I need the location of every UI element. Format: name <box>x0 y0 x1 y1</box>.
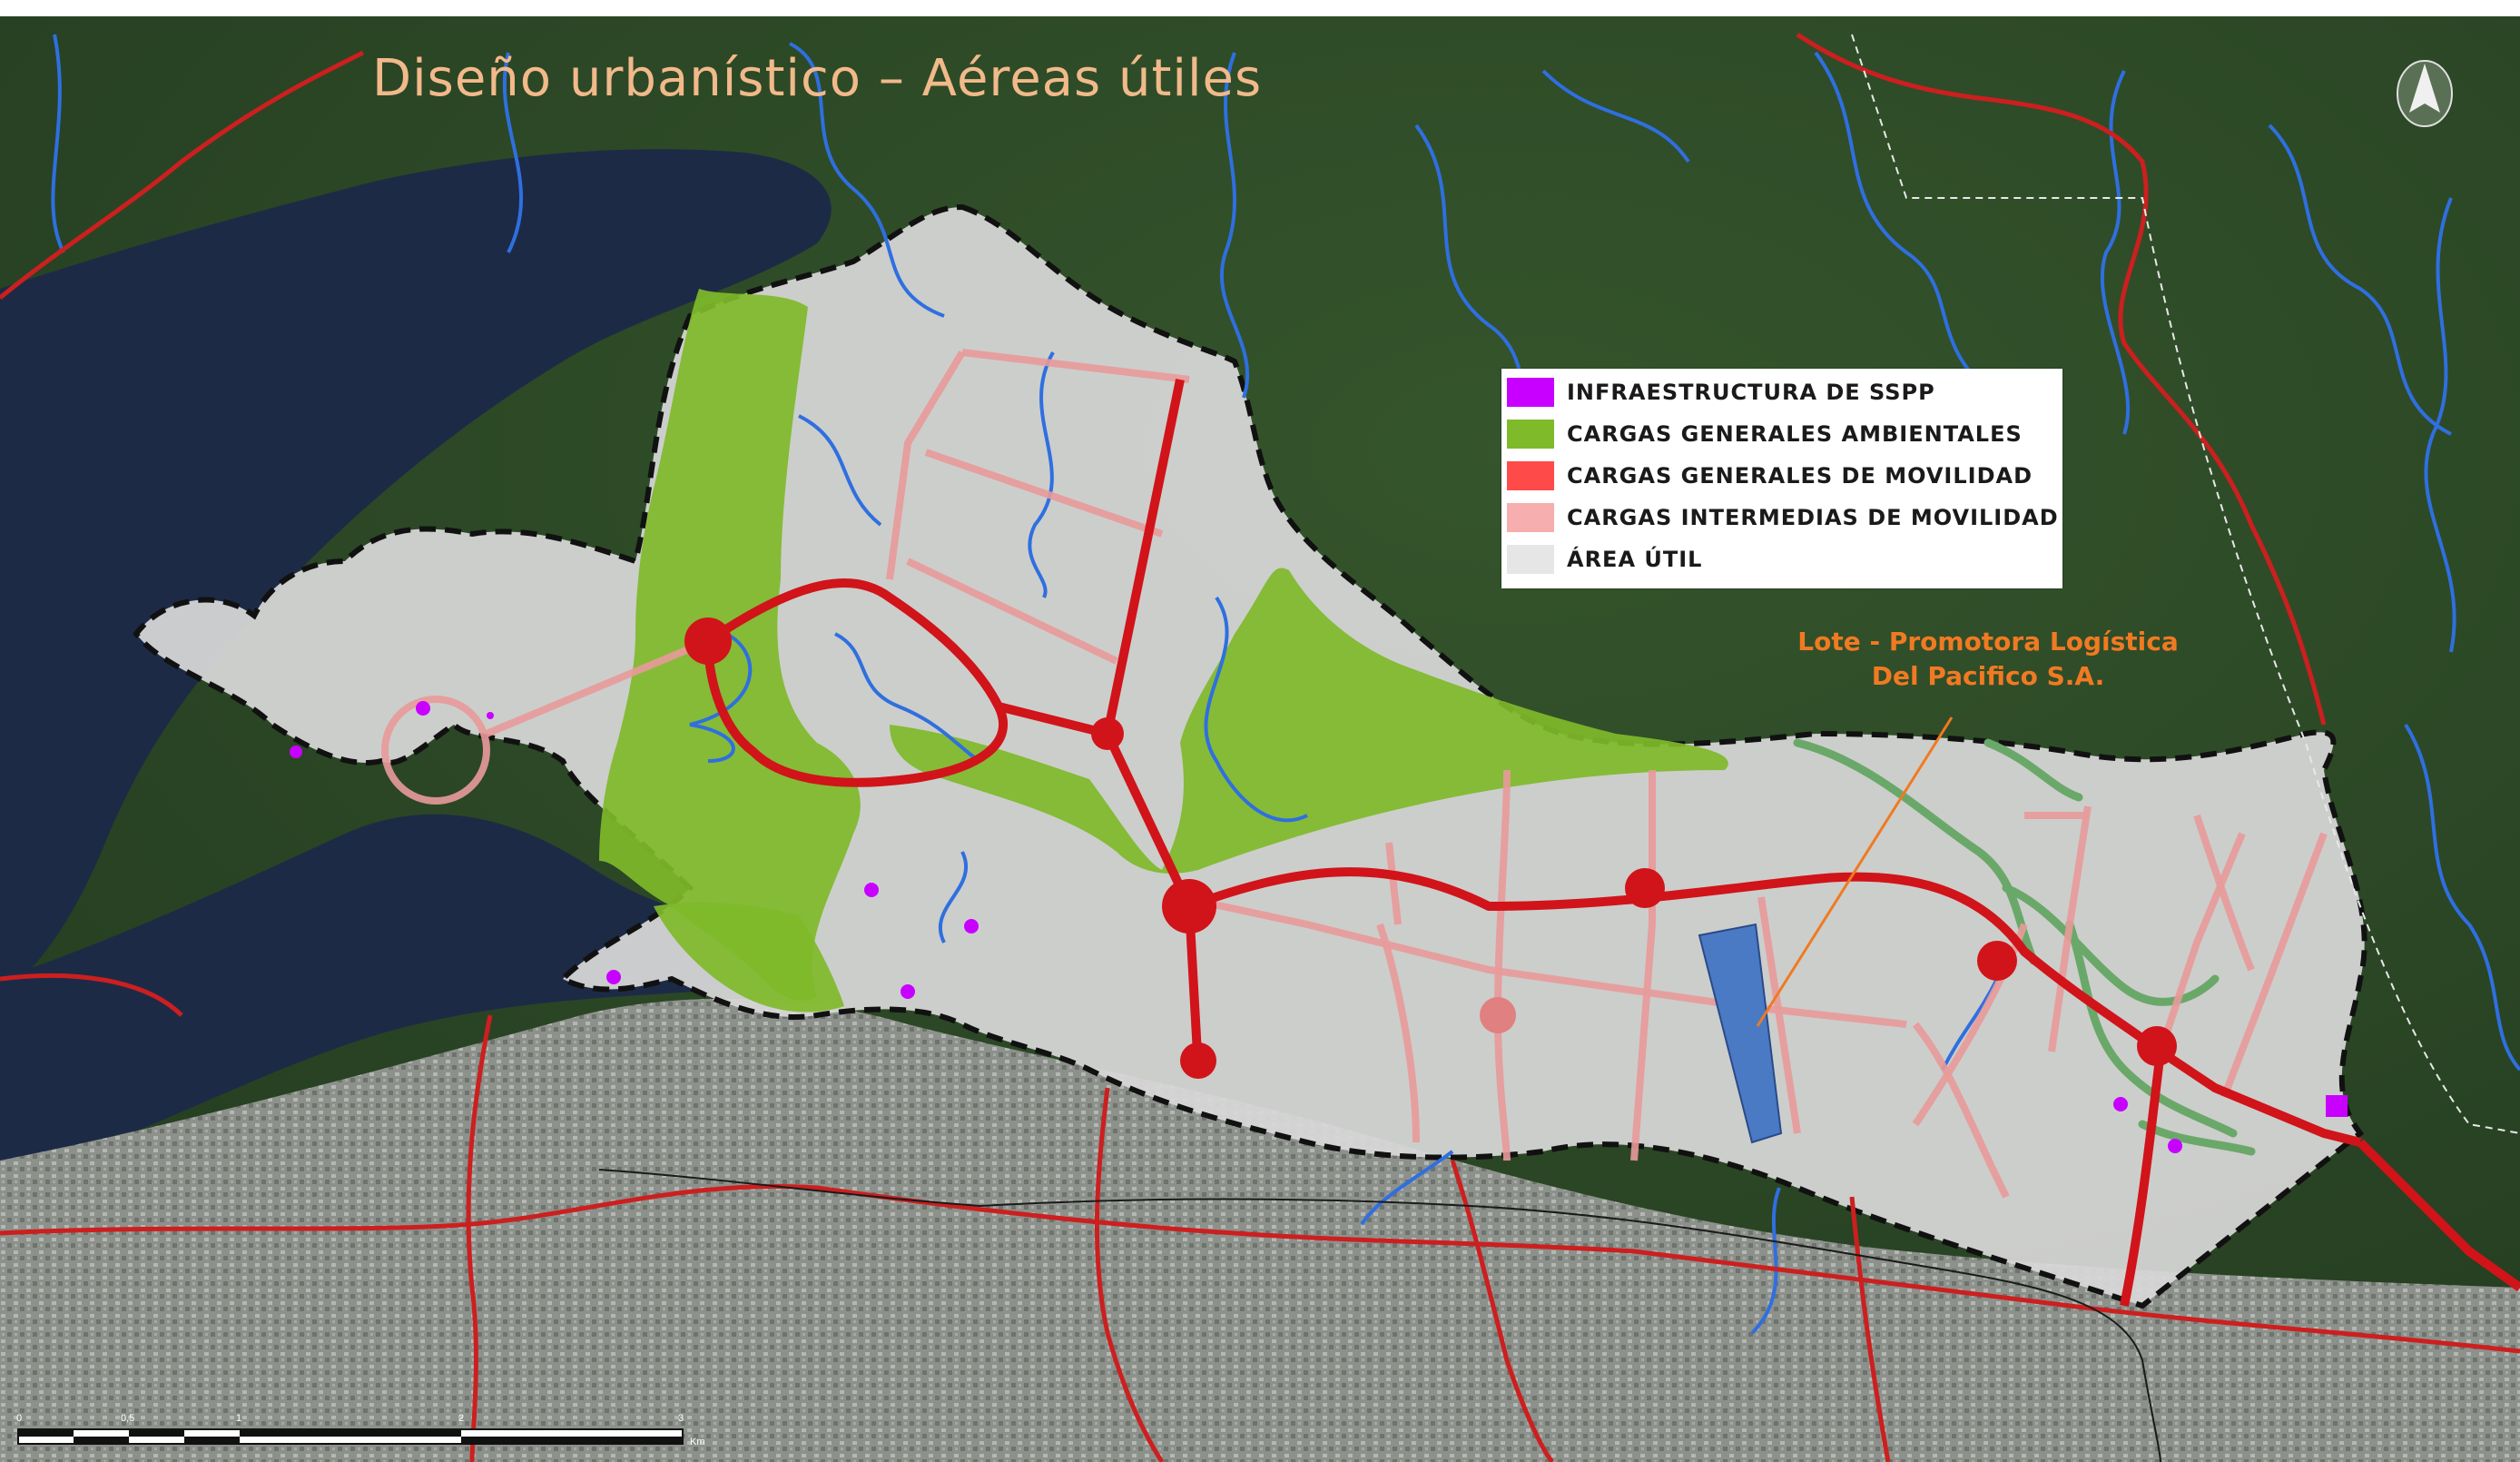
north-arrow-icon <box>2397 60 2453 127</box>
legend-label: ÁREA ÚTIL <box>1567 547 1703 572</box>
scale-unit-label: Km <box>690 1437 705 1447</box>
intermediate-road-node <box>1480 997 1516 1033</box>
legend-item: INFRAESTRUCTURA DE SSPP <box>1501 374 1935 410</box>
map-frame: Diseño urbanístico – Aéreas útiles INFRA… <box>0 16 2520 1462</box>
scale-bar-graphic <box>17 1428 684 1445</box>
legend-swatch-sspp <box>1507 378 1554 407</box>
map-legend: INFRAESTRUCTURA DE SSPP CARGAS GENERALES… <box>1501 369 2062 588</box>
scale-tick-label: 1 <box>236 1413 242 1424</box>
lot-label-line1: Lote - Promotora Logística <box>1797 627 2179 657</box>
legend-swatch-environmental <box>1507 420 1554 449</box>
lot-label-line2: Del Pacifico S.A. <box>1871 661 2105 691</box>
legend-label: INFRAESTRUCTURA DE SSPP <box>1567 380 1935 405</box>
legend-swatch-intermediate-mobility <box>1507 503 1554 532</box>
legend-swatch-general-mobility <box>1507 461 1554 490</box>
legend-label: CARGAS GENERALES DE MOVILIDAD <box>1567 463 2033 489</box>
legend-label: CARGAS GENERALES AMBIENTALES <box>1567 421 2023 447</box>
map-title: Diseño urbanístico – Aéreas útiles <box>372 49 1263 108</box>
legend-item: CARGAS INTERMEDIAS DE MOVILIDAD <box>1501 499 2059 536</box>
lot-label: Lote - Promotora Logística Del Pacifico … <box>1761 625 2215 694</box>
legend-item: ÁREA ÚTIL <box>1501 541 1702 578</box>
scale-tick-label: 2 <box>458 1413 465 1424</box>
scale-tick-label: 3 <box>678 1413 684 1424</box>
legend-item: CARGAS GENERALES AMBIENTALES <box>1501 416 2023 452</box>
legend-swatch-useful-area <box>1507 545 1554 574</box>
scale-tick-label: 0,5 <box>121 1413 135 1424</box>
legend-item: CARGAS GENERALES DE MOVILIDAD <box>1501 458 2033 494</box>
map-canvas <box>0 16 2520 1462</box>
legend-label: CARGAS INTERMEDIAS DE MOVILIDAD <box>1567 505 2059 530</box>
scale-bar: 0 0,5 1 2 3 Km <box>16 1413 706 1458</box>
scale-tick-label: 0 <box>16 1413 23 1424</box>
